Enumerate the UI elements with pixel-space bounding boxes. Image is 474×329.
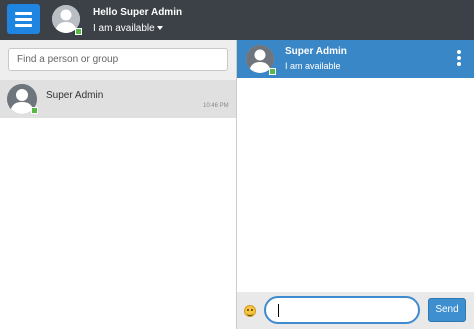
greeting-text: Hello Super Admin: [93, 7, 183, 18]
status-label: I am available: [93, 23, 155, 34]
hamburger-menu-icon[interactable]: [7, 4, 40, 34]
emoji-icon[interactable]: [244, 305, 256, 317]
contact-time: 10:46 PM: [203, 103, 229, 109]
search-bar: [0, 40, 236, 80]
menu-bar: [15, 12, 32, 15]
chat-contact-name: Super Admin: [285, 46, 347, 57]
caret-down-icon: [156, 26, 163, 30]
top-bar: Hello Super Admin I am available: [0, 0, 474, 40]
message-input[interactable]: [264, 296, 420, 324]
contact-list-item[interactable]: Super Admin: [0, 80, 236, 118]
chat-contact-status: I am available: [285, 61, 341, 71]
menu-bar: [15, 24, 32, 27]
kebab-dot: [457, 50, 461, 54]
status-dropdown[interactable]: I am available: [93, 23, 163, 34]
online-status-icon: [31, 107, 38, 114]
chat-header: Super Admin I am available: [237, 40, 474, 78]
kebab-dot: [457, 56, 461, 60]
send-button[interactable]: Send: [428, 298, 466, 322]
online-status-icon: [269, 68, 276, 75]
text-cursor: [278, 304, 279, 317]
search-input[interactable]: [8, 48, 228, 71]
online-status-icon: [75, 28, 82, 35]
message-area[interactable]: [237, 78, 474, 292]
message-composer: Send: [237, 292, 474, 329]
more-vertical-icon[interactable]: [455, 50, 463, 68]
contacts-panel: Super Admin 10:46 PM: [0, 40, 236, 329]
kebab-dot: [457, 62, 461, 66]
contact-name: Super Admin: [46, 90, 104, 101]
menu-bar: [15, 18, 32, 21]
